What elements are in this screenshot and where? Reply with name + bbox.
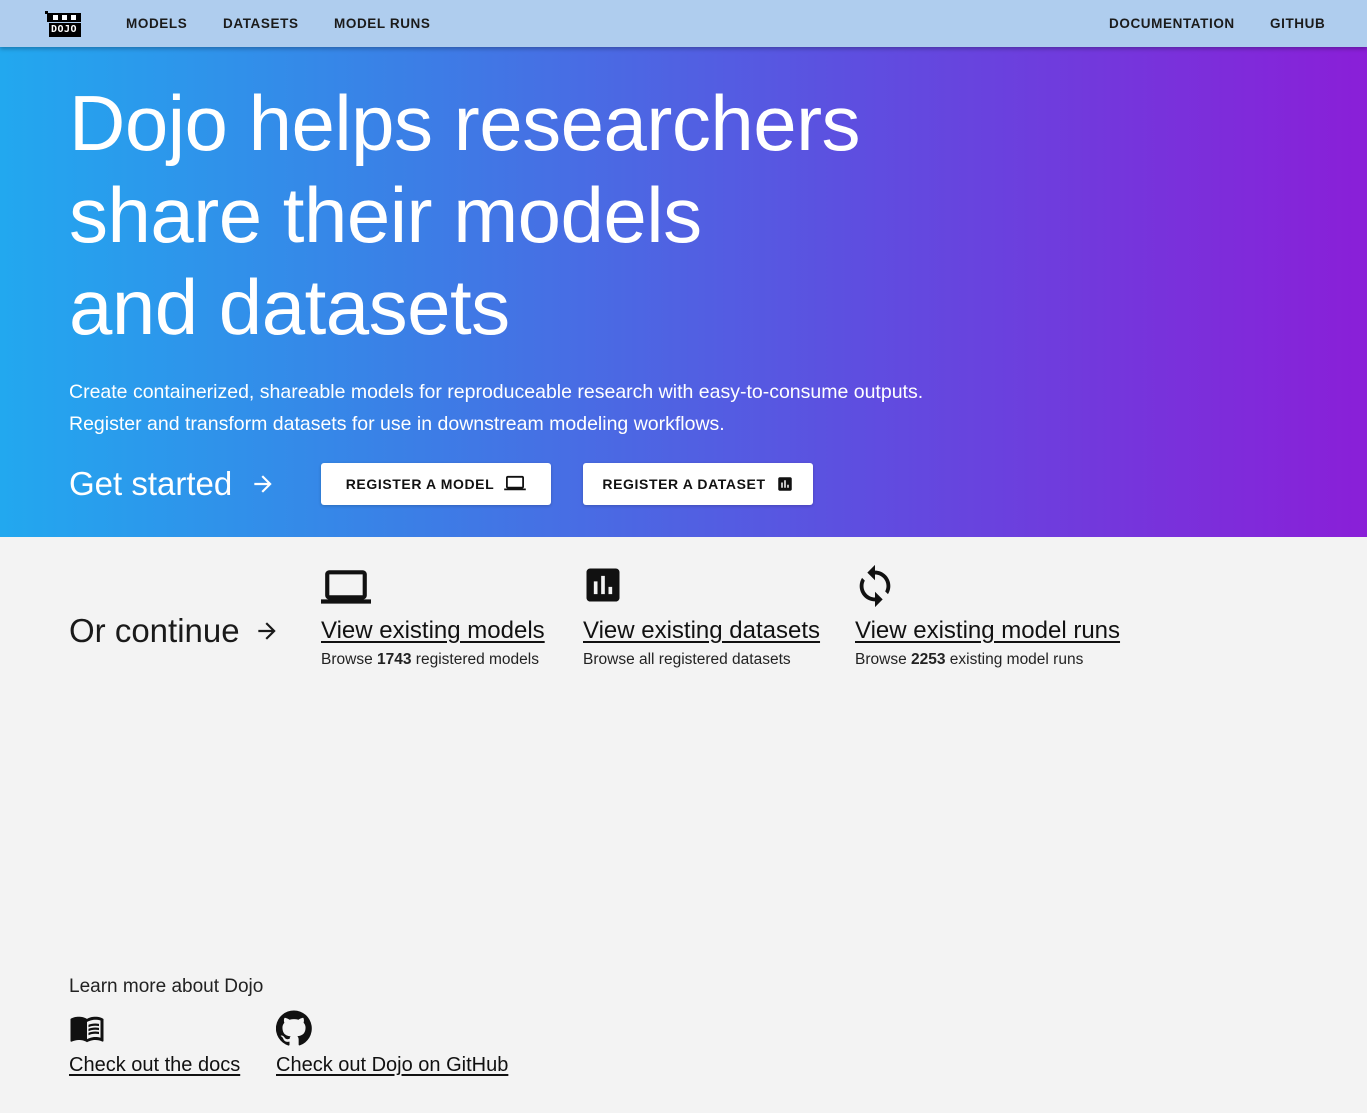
view-models-card: View existing models Browse 1743 registe…	[321, 563, 545, 669]
laptop-icon	[504, 475, 527, 493]
nav-github[interactable]: GITHUB	[1270, 16, 1325, 31]
github-icon	[275, 1010, 508, 1046]
desc-prefix: Browse	[321, 651, 377, 668]
nav-model-runs[interactable]: MODEL RUNS	[334, 16, 431, 31]
or-continue-text: Or continue	[69, 612, 240, 649]
view-datasets-card: View existing datasets Browse all regist…	[583, 563, 820, 669]
nav-models[interactable]: MODELS	[126, 16, 187, 31]
view-existing-datasets-link[interactable]: View existing datasets	[583, 617, 820, 645]
get-started-text: Get started	[69, 465, 233, 502]
hero-title-line: Dojo helps researchers	[69, 79, 861, 167]
desc-suffix: registered models	[411, 651, 539, 668]
models-count: 1743	[377, 651, 412, 668]
models-description: Browse 1743 registered models	[321, 651, 545, 669]
desc-prefix: Browse	[855, 651, 911, 668]
get-started-label: Get started	[69, 465, 276, 503]
register-model-label: REGISTER A MODEL	[345, 476, 495, 492]
view-existing-models-link[interactable]: View existing models	[321, 617, 545, 645]
laptop-icon	[321, 563, 545, 607]
hero-title-line: and datasets	[69, 263, 510, 351]
model-runs-count: 2253	[911, 651, 946, 668]
nav-documentation[interactable]: DOCUMENTATION	[1109, 16, 1235, 31]
hero-title-line: share their models	[69, 171, 702, 259]
github-item: Check out Dojo on GitHub	[275, 1010, 508, 1077]
logo-text: DOJO	[51, 24, 78, 35]
view-model-runs-card: View existing model runs Browse 2253 exi…	[855, 563, 1120, 669]
arrow-right-icon	[254, 475, 272, 493]
check-out-docs-link[interactable]: Check out the docs	[69, 1054, 240, 1077]
register-dataset-button[interactable]: REGISTER A DATASET	[583, 463, 813, 505]
bar-chart-icon	[583, 563, 820, 607]
learn-more-heading: Learn more about Dojo	[69, 976, 264, 997]
docs-item: Check out the docs	[69, 1010, 240, 1077]
arrow-right-icon	[257, 622, 276, 640]
hero-banner: Dojo helps researchers share their model…	[0, 47, 1367, 537]
hero-subtitle: Create containerized, shareable models f…	[69, 381, 924, 435]
desc-suffix: existing model runs	[945, 651, 1084, 668]
top-navigation-bar: DOJO MODELS DATASETS MODEL RUNS DOCUMENT…	[0, 0, 1367, 47]
datasets-description: Browse all registered datasets	[583, 651, 791, 668]
model-runs-description: Browse 2253 existing model runs	[855, 651, 1120, 669]
hero-title: Dojo helps researchers share their model…	[69, 77, 969, 353]
or-continue-label: Or continue	[69, 612, 280, 650]
register-dataset-label: REGISTER A DATASET	[602, 476, 766, 492]
dojo-logo-icon[interactable]: DOJO	[43, 8, 83, 38]
sync-icon	[855, 563, 1120, 608]
view-existing-model-runs-link[interactable]: View existing model runs	[855, 617, 1120, 645]
check-out-github-link[interactable]: Check out Dojo on GitHub	[276, 1054, 508, 1077]
bar-chart-icon	[776, 475, 794, 493]
register-model-button[interactable]: REGISTER A MODEL	[321, 463, 551, 505]
book-icon	[69, 1010, 240, 1046]
nav-datasets[interactable]: DATASETS	[223, 16, 299, 31]
